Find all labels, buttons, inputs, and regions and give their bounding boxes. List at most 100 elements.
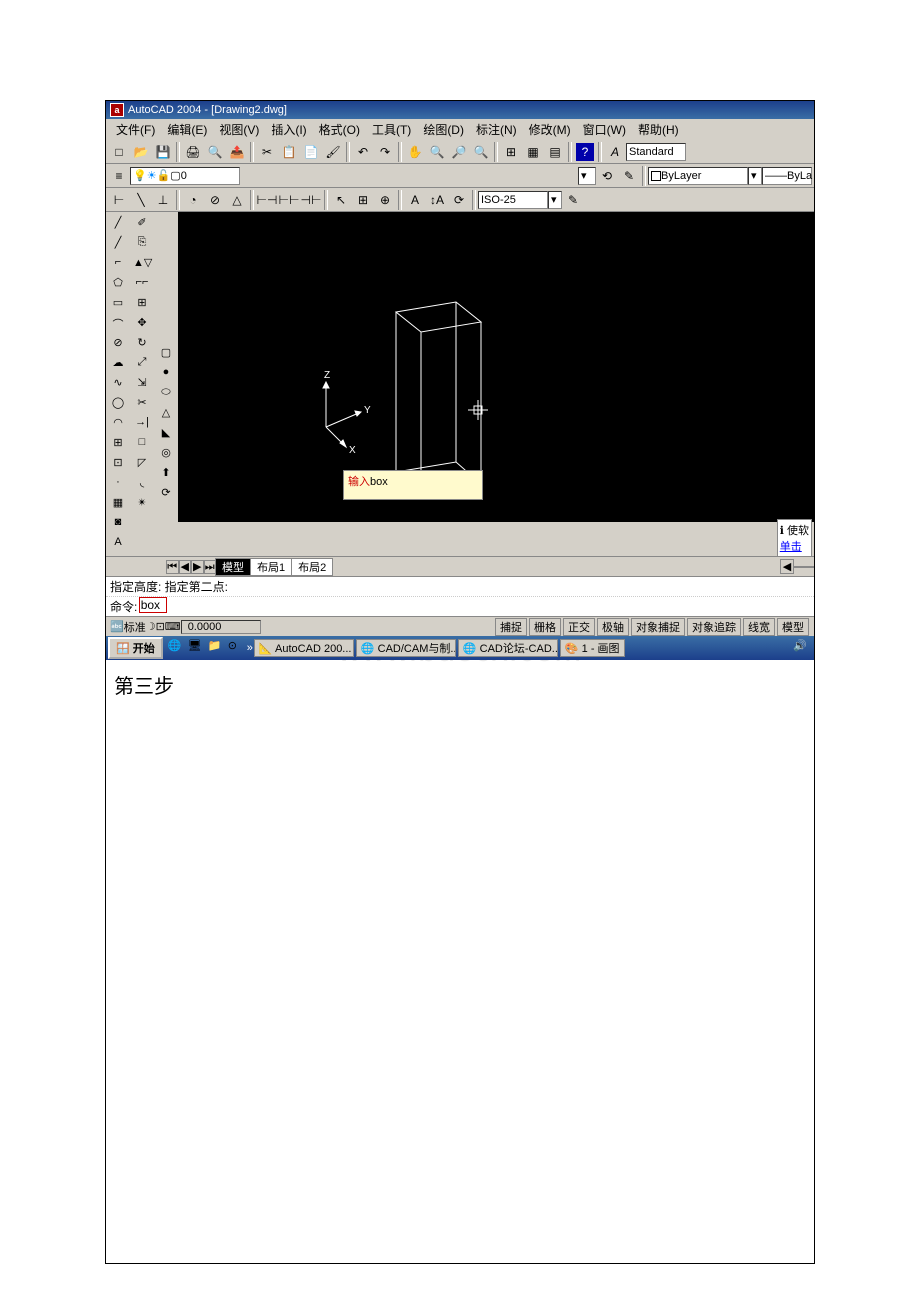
dim-quick-icon[interactable]: ⊢⊣	[257, 190, 277, 210]
fillet-icon[interactable]: ◟	[132, 475, 152, 493]
otrack-button[interactable]: 对象追踪	[687, 618, 741, 636]
undo-icon[interactable]: ↶	[353, 142, 373, 162]
quick-desktop-icon[interactable]: 🖥	[188, 639, 206, 657]
menu-file[interactable]: 文件(F)	[110, 121, 161, 138]
lineweight-dropdown[interactable]: —— ByLa	[762, 167, 812, 185]
menu-window[interactable]: 窗口(W)	[577, 121, 632, 138]
menu-dimension[interactable]: 标注(N)	[470, 121, 523, 138]
textstyle-dropdown[interactable]: Standard	[626, 143, 686, 161]
designctr-icon[interactable]: ▦	[523, 142, 543, 162]
layer-manager-icon[interactable]: ≡	[109, 166, 129, 186]
task-ie1[interactable]: 🌐 CAD/CAM与制...	[356, 639, 456, 657]
toolpal-icon[interactable]: ▤	[545, 142, 565, 162]
sphere-icon[interactable]: ●	[156, 365, 176, 383]
revolve-icon[interactable]: ⟳	[156, 485, 176, 503]
torus-icon[interactable]: ◎	[156, 445, 176, 463]
dim-edit-icon[interactable]: A	[405, 190, 425, 210]
dim-center-icon[interactable]: ⊕	[375, 190, 395, 210]
menu-edit[interactable]: 编辑(E)	[161, 121, 213, 138]
scale-icon[interactable]: ⤢	[132, 355, 152, 373]
region-icon[interactable]: ◙	[108, 515, 128, 533]
dim-radius-icon[interactable]: ◔	[183, 190, 203, 210]
rotate-icon[interactable]: ↻	[132, 335, 152, 353]
properties-icon[interactable]: ⊞	[501, 142, 521, 162]
textstyle-icon[interactable]: A	[605, 142, 625, 162]
layer-dropdown[interactable]: 💡☀🔓▢ 0	[130, 167, 240, 185]
dim-aligned-icon[interactable]: ╲	[131, 190, 151, 210]
dim-diameter-icon[interactable]: ⊘	[205, 190, 225, 210]
polygon-icon[interactable]: ⬠	[108, 275, 128, 293]
tab-first-icon[interactable]: ⏮	[166, 560, 179, 574]
comm-center-panel[interactable]: ℹ 使软 单击	[777, 519, 812, 557]
dim-continue-icon[interactable]: ⊣⊢	[301, 190, 321, 210]
dim-tolerance-icon[interactable]: ⊞	[353, 190, 373, 210]
dim-baseline-icon[interactable]: ⊢⊢	[279, 190, 299, 210]
spline-icon[interactable]: ∿	[108, 375, 128, 393]
tab-next-icon[interactable]: ▶	[191, 560, 204, 574]
line-icon[interactable]: ╱	[108, 215, 128, 233]
save-icon[interactable]: 💾	[153, 142, 173, 162]
print-icon[interactable]: 🖨	[183, 142, 203, 162]
hscroll-left-icon[interactable]: ◀	[780, 559, 794, 574]
cone-icon[interactable]: △	[156, 405, 176, 423]
status-icon2[interactable]: ⊡	[156, 620, 165, 633]
quick-folder-icon[interactable]: 📁	[208, 639, 226, 657]
menu-format[interactable]: 格式(O)	[313, 121, 366, 138]
ellipse-icon[interactable]: ◯	[108, 395, 128, 413]
polar-button[interactable]: 极轴	[597, 618, 629, 636]
explode-icon[interactable]: ✴	[132, 495, 152, 513]
box-icon[interactable]: ▢	[156, 345, 176, 363]
menu-insert[interactable]: 插入(I)	[265, 121, 312, 138]
chamfer-icon[interactable]: ◸	[132, 455, 152, 473]
dimstyle-manager-icon[interactable]: ✎	[563, 190, 583, 210]
extrude-icon[interactable]: ⬆	[156, 465, 176, 483]
linetype-arrow[interactable]: ▾	[748, 167, 762, 185]
text-icon[interactable]: A	[108, 535, 128, 553]
drawing-canvas[interactable]: Z Y X 输入box ℹ 使软 单击	[178, 212, 814, 522]
color-linetype-dropdown[interactable]: ByLayer	[648, 167, 748, 185]
block-icon[interactable]: ⊡	[108, 455, 128, 473]
copy-obj-icon[interactable]: ⎘	[132, 235, 152, 253]
quick-ie-icon[interactable]: 🌐	[168, 639, 186, 657]
start-button[interactable]: 🪟 开始	[108, 637, 163, 659]
erase-icon[interactable]: ✐	[132, 215, 152, 233]
tab-model[interactable]: 模型	[215, 558, 251, 576]
dim-update-icon[interactable]: ⟳	[449, 190, 469, 210]
hatch-icon[interactable]: ▦	[108, 495, 128, 513]
wedge-icon[interactable]: ◣	[156, 425, 176, 443]
layer-icon2[interactable]: ✎	[619, 166, 639, 186]
menu-view[interactable]: 视图(V)	[213, 121, 265, 138]
dim-leader-icon[interactable]: ↖	[331, 190, 351, 210]
dimstyle-dropdown[interactable]: ISO-25	[478, 191, 548, 209]
xline-icon[interactable]: ╱	[108, 235, 128, 253]
layer-prev-icon[interactable]: ⟲	[597, 166, 617, 186]
menu-help[interactable]: 帮助(H)	[632, 121, 685, 138]
zoom-win-icon[interactable]: 🔎	[449, 142, 469, 162]
pline-icon[interactable]: ⌐	[108, 255, 128, 273]
cylinder-icon[interactable]: ⬭	[156, 385, 176, 403]
extend-icon[interactable]: →|	[132, 415, 152, 433]
publish-icon[interactable]: 📤	[227, 142, 247, 162]
rectangle-icon[interactable]: ▭	[108, 295, 128, 313]
array-icon[interactable]: ⊞	[132, 295, 152, 313]
zoom-prev-icon[interactable]: 🔍	[471, 142, 491, 162]
move-icon[interactable]: ✥	[132, 315, 152, 333]
ortho-button[interactable]: 正交	[563, 618, 595, 636]
dim-tedit-icon[interactable]: ↕A	[427, 190, 447, 210]
trim-icon[interactable]: ✂	[132, 395, 152, 413]
point-icon[interactable]: ·	[108, 475, 128, 493]
new-icon[interactable]: □	[109, 142, 129, 162]
osnap-button[interactable]: 对象捕捉	[631, 618, 685, 636]
task-autocad[interactable]: 📐 AutoCAD 200...	[254, 639, 354, 657]
menu-tools[interactable]: 工具(T)	[366, 121, 417, 138]
offset-icon[interactable]: ⌐⌐	[132, 275, 152, 293]
match-icon[interactable]: 🖌	[323, 142, 343, 162]
dim-angular-icon[interactable]: △	[227, 190, 247, 210]
help-icon[interactable]: ?	[575, 142, 595, 162]
cut-icon[interactable]: ✂	[257, 142, 277, 162]
break-icon[interactable]: □	[132, 435, 152, 453]
task-paint[interactable]: 🎨 1 - 画图	[560, 639, 625, 657]
grid-button[interactable]: 栅格	[529, 618, 561, 636]
snap-button[interactable]: 捕捉	[495, 618, 527, 636]
paste-icon[interactable]: 📄	[301, 142, 321, 162]
